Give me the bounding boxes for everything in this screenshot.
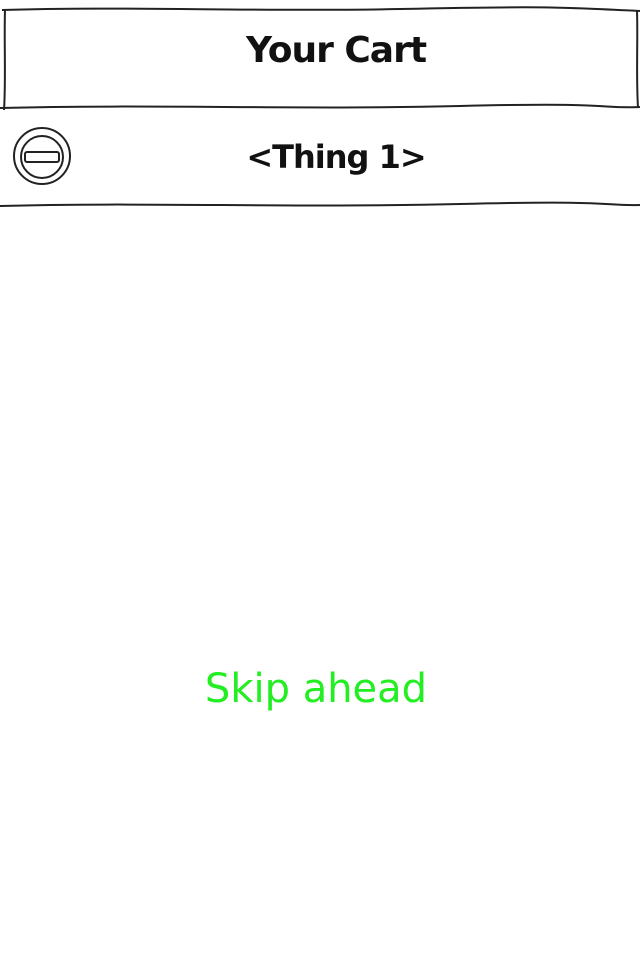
header-bar: Your Cart [0, 0, 640, 112]
page-title: Your Cart [245, 30, 427, 71]
cart-item-name: <Thing 1> [246, 138, 426, 176]
skip-ahead-link[interactable]: Skip ahead [0, 666, 632, 712]
cart-item-row: <Thing 1> [0, 106, 640, 210]
